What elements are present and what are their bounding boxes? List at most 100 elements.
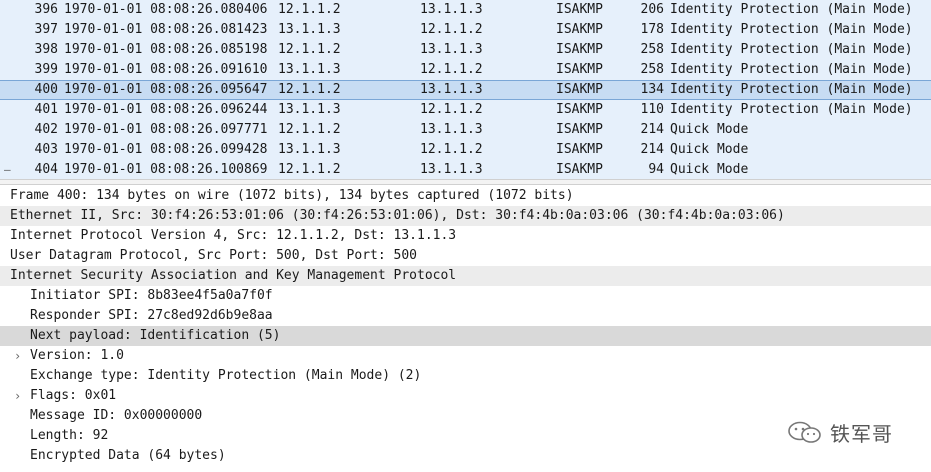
packet-cell-proto: ISAKMP — [556, 162, 603, 177]
packet-cell-no: 404 — [34, 162, 58, 177]
packet-cell-len: 178 — [640, 22, 664, 37]
packet-cell-no: 397 — [34, 22, 58, 37]
packet-cell-len: 214 — [640, 122, 664, 137]
packet-cell-info: Identity Protection (Main Mode) — [670, 102, 913, 117]
packet-cell-time: 1970-01-01 08:08:26.080406 — [64, 2, 268, 17]
packet-cell-src: 13.1.1.3 — [278, 62, 341, 77]
packet-cell-dst: 12.1.1.2 — [420, 102, 483, 117]
packet-cell-dst: 12.1.1.2 — [420, 62, 483, 77]
pane-splitter[interactable] — [0, 179, 931, 185]
packet-row[interactable]: 396 1970-01-01 08:08:26.080406 12.1.1.2 13.… — [0, 0, 931, 20]
packet-cell-proto: ISAKMP — [556, 62, 603, 77]
packet-cell-no: 401 — [34, 102, 58, 117]
detail-row-text: Next payload: Identification (5) — [30, 328, 281, 343]
packet-cell-time: 1970-01-01 08:08:26.100869 — [64, 162, 268, 177]
packet-cell-info: Quick Mode — [670, 122, 749, 137]
packet-cell-time: 1970-01-01 08:08:26.096244 — [64, 102, 268, 117]
packet-row[interactable]: 399 1970-01-01 08:08:26.091610 13.1.1.3 12.… — [0, 60, 931, 80]
packet-cell-dst: 13.1.1.3 — [420, 162, 483, 177]
detail-row-text: Length: 92 — [30, 428, 109, 443]
detail-row[interactable]: › Version: 1.0 — [0, 346, 931, 366]
packet-cell-len: 258 — [640, 62, 664, 77]
detail-row-text: Ethernet II, Src: 30:f4:26:53:01:06 (30:… — [10, 208, 785, 223]
packet-cell-info: Identity Protection (Main Mode) — [670, 62, 913, 77]
expand-chevron-icon[interactable]: › — [14, 346, 24, 366]
packet-cell-info: Identity Protection (Main Mode) — [670, 42, 913, 57]
packet-cell-len: 110 — [640, 102, 664, 117]
packet-cell-info: Identity Protection (Main Mode) — [670, 22, 913, 37]
detail-row[interactable]: Frame 400: 134 bytes on wire (1072 bits)… — [0, 186, 931, 206]
detail-row-text: Internet Security Association and Key Ma… — [10, 268, 457, 283]
packet-cell-info: Identity Protection (Main Mode) — [670, 82, 913, 97]
packet-row-marker: – — [4, 163, 11, 176]
packet-cell-time: 1970-01-01 08:08:26.085198 — [64, 42, 268, 57]
detail-row[interactable]: Exchange type: Identity Protection (Main… — [0, 366, 931, 386]
packet-cell-time: 1970-01-01 08:08:26.091610 — [64, 62, 268, 77]
packet-cell-no: 403 — [34, 142, 58, 157]
packet-cell-src: 12.1.1.2 — [278, 42, 341, 57]
packet-cell-time: 1970-01-01 08:08:26.099428 — [64, 142, 268, 157]
packet-cell-proto: ISAKMP — [556, 102, 603, 117]
packet-cell-no: 402 — [34, 122, 58, 137]
packet-cell-src: 13.1.1.3 — [278, 102, 341, 117]
watermark: 铁军哥 — [786, 416, 926, 446]
detail-row-text: Exchange type: Identity Protection (Main… — [30, 368, 422, 383]
packet-cell-proto: ISAKMP — [556, 42, 603, 57]
packet-cell-no: 398 — [34, 42, 58, 57]
packet-cell-proto: ISAKMP — [556, 2, 603, 17]
detail-row-text: Frame 400: 134 bytes on wire (1072 bits)… — [10, 188, 574, 203]
detail-row-text: Flags: 0x01 — [30, 388, 117, 403]
packet-cell-dst: 13.1.1.3 — [420, 122, 483, 137]
packet-cell-dst: 12.1.1.2 — [420, 142, 483, 157]
detail-row[interactable]: Ethernet II, Src: 30:f4:26:53:01:06 (30:… — [0, 206, 931, 226]
packet-cell-src: 12.1.1.2 — [278, 162, 341, 177]
packet-row[interactable]: 402 1970-01-01 08:08:26.097771 12.1.1.2 13.… — [0, 120, 931, 140]
detail-row[interactable]: › Flags: 0x01 — [0, 386, 931, 406]
packet-cell-dst: 12.1.1.2 — [420, 22, 483, 37]
packet-cell-proto: ISAKMP — [556, 82, 603, 97]
packet-cell-info: Quick Mode — [670, 142, 749, 157]
packet-cell-info: Identity Protection (Main Mode) — [670, 2, 913, 17]
wechat-icon — [788, 421, 821, 443]
packet-row[interactable]: 398 1970-01-01 08:08:26.085198 12.1.1.2 13.… — [0, 40, 931, 60]
packet-cell-src: 12.1.1.2 — [278, 122, 341, 137]
packet-cell-len: 214 — [640, 142, 664, 157]
detail-row[interactable]: Initiator SPI: 8b83ee4f5a0a7f0f — [0, 286, 931, 306]
packet-cell-src: 12.1.1.2 — [278, 2, 341, 17]
detail-row[interactable]: Internet Security Association and Key Ma… — [0, 266, 931, 286]
detail-row[interactable]: User Datagram Protocol, Src Port: 500, D… — [0, 246, 931, 266]
packet-cell-len: 206 — [640, 2, 664, 17]
watermark-text: 铁军哥 — [830, 422, 893, 446]
detail-row-text: Responder SPI: 27c8ed92d6b9e8aa — [30, 308, 273, 323]
packet-cell-dst: 13.1.1.3 — [420, 82, 483, 97]
packet-cell-info: Quick Mode — [670, 162, 749, 177]
packet-cell-src: 12.1.1.2 — [278, 82, 341, 97]
packet-cell-len: 94 — [648, 162, 664, 177]
detail-row-text: User Datagram Protocol, Src Port: 500, D… — [10, 248, 417, 263]
packet-row[interactable]: 403 1970-01-01 08:08:26.099428 13.1.1.3 12.… — [0, 140, 931, 160]
packet-cell-dst: 13.1.1.3 — [420, 2, 483, 17]
packet-cell-time: 1970-01-01 08:08:26.081423 — [64, 22, 268, 37]
packet-cell-proto: ISAKMP — [556, 122, 603, 137]
detail-row[interactable]: Internet Protocol Version 4, Src: 12.1.1… — [0, 226, 931, 246]
detail-row-text: Message ID: 0x00000000 — [30, 408, 203, 423]
detail-row-text: Initiator SPI: 8b83ee4f5a0a7f0f — [30, 288, 273, 303]
expand-chevron-icon[interactable]: › — [14, 386, 24, 406]
packet-cell-proto: ISAKMP — [556, 22, 603, 37]
packet-cell-time: 1970-01-01 08:08:26.095647 — [64, 82, 268, 97]
packet-row[interactable]: 397 1970-01-01 08:08:26.081423 13.1.1.3 12.… — [0, 20, 931, 40]
packet-row[interactable]: – 404 1970-01-01 08:08:26.100869 12.1.1.2 13… — [0, 160, 931, 179]
packet-cell-dst: 13.1.1.3 — [420, 42, 483, 57]
packet-cell-proto: ISAKMP — [556, 142, 603, 157]
detail-row[interactable]: Next payload: Identification (5) — [0, 326, 931, 346]
packet-cell-time: 1970-01-01 08:08:26.097771 — [64, 122, 268, 137]
packet-cell-no: 400 — [34, 82, 58, 97]
packet-cell-src: 13.1.1.3 — [278, 22, 341, 37]
packet-row[interactable]: 400 1970-01-01 08:08:26.095647 12.1.1.2 13.… — [0, 80, 931, 100]
packet-list[interactable]: 396 1970-01-01 08:08:26.080406 12.1.1.2 13.… — [0, 0, 931, 179]
packet-row[interactable]: 401 1970-01-01 08:08:26.096244 13.1.1.3 12.… — [0, 100, 931, 120]
detail-row-text: Encrypted Data (64 bytes) — [30, 448, 226, 463]
detail-row-text: Internet Protocol Version 4, Src: 12.1.1… — [10, 228, 457, 243]
detail-row[interactable]: Responder SPI: 27c8ed92d6b9e8aa — [0, 306, 931, 326]
detail-row[interactable]: Encrypted Data (64 bytes) — [0, 446, 931, 466]
